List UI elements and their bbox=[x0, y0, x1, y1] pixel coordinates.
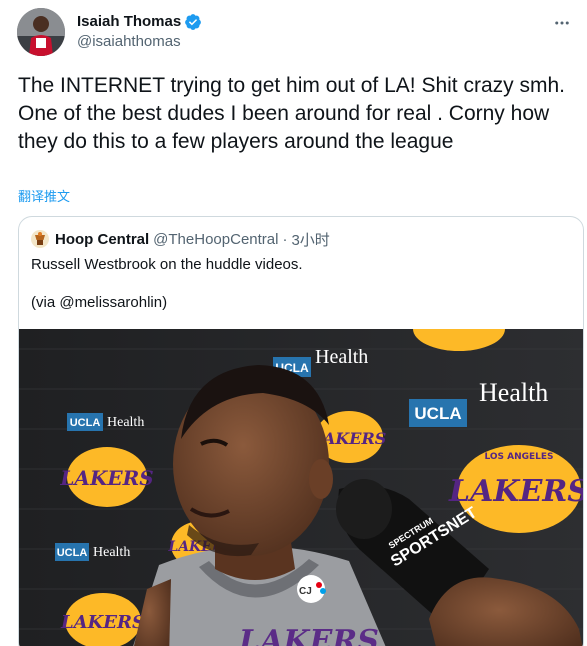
ucla-health-logo: UCLA Health bbox=[55, 543, 130, 561]
author-avatar[interactable] bbox=[17, 8, 65, 56]
verified-badge-icon bbox=[184, 13, 202, 31]
patch-text: CJ bbox=[299, 586, 312, 597]
quoted-handle: @TheHoopCentral bbox=[153, 230, 279, 248]
tweet-header: Isaiah Thomas @isaiahthomas bbox=[17, 6, 202, 58]
more-dots-icon[interactable] bbox=[551, 12, 573, 34]
quoted-timestamp: 3小时 bbox=[291, 231, 330, 249]
quoted-author-avatar bbox=[31, 230, 49, 248]
ucla-text: UCLA bbox=[70, 417, 101, 429]
author-display-name[interactable]: Isaiah Thomas bbox=[77, 12, 181, 32]
quoted-text-line-2: (via @melissarohlin) bbox=[31, 294, 168, 311]
health-text: Health bbox=[479, 378, 548, 407]
quoted-text-line-1: Russell Westbrook on the huddle videos. bbox=[31, 256, 303, 273]
quoted-tweet-card[interactable]: Hoop Central @TheHoopCentral · 3小时 Russe… bbox=[18, 216, 584, 646]
quoted-tweet-header: Hoop Central @TheHoopCentral · 3小时 bbox=[31, 229, 330, 249]
ucla-text: UCLA bbox=[414, 404, 461, 423]
separator-dot: · bbox=[282, 230, 288, 248]
health-text: Health bbox=[93, 545, 130, 560]
video-thumbnail[interactable]: LAKERS LOS ANGELES LAKERS LAKERS LAKERS … bbox=[19, 329, 584, 646]
author-handle[interactable]: @isaiahthomas bbox=[77, 32, 202, 52]
lakers-word: LAKERS bbox=[448, 474, 584, 509]
jersey-text: LAKERS bbox=[238, 624, 379, 646]
lakers-word: LAKERS bbox=[59, 466, 153, 490]
translate-tweet-link[interactable]: 翻译推文 bbox=[18, 186, 70, 205]
health-text: Health bbox=[315, 346, 368, 368]
tweet-text: The INTERNET trying to get him out of LA… bbox=[18, 74, 565, 153]
lakers-sub: LOS ANGELES bbox=[484, 452, 553, 462]
quoted-display-name: Hoop Central bbox=[55, 230, 150, 248]
lakers-word: LAKERS bbox=[60, 612, 145, 633]
video-frame: LAKERS LOS ANGELES LAKERS LAKERS LAKERS … bbox=[19, 329, 584, 646]
ucla-text: UCLA bbox=[57, 547, 88, 559]
health-text: Health bbox=[107, 415, 144, 430]
